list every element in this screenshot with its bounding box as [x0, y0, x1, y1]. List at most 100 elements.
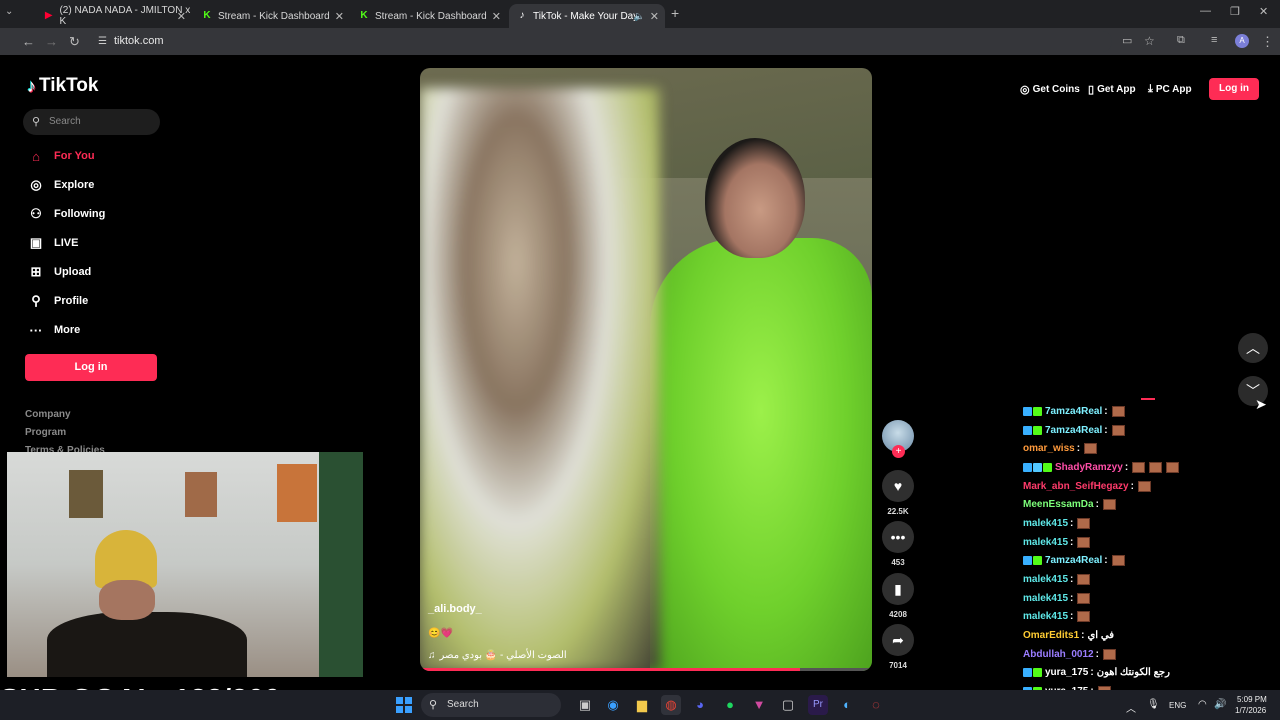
kick-icon: K — [203, 10, 211, 21]
chat-separator: : — [1124, 461, 1129, 473]
footer-link-company[interactable]: Company — [25, 409, 71, 420]
footer-link-program[interactable]: Program — [25, 427, 66, 438]
extensions-icon[interactable]: ⧉ — [1177, 34, 1185, 47]
login-button-sidebar[interactable]: Log in — [25, 354, 157, 381]
kick-icon: K — [360, 10, 368, 21]
follow-plus-icon[interactable]: + — [892, 445, 905, 458]
bookmark-star-icon[interactable]: ☆ — [1144, 34, 1155, 48]
previous-video-button[interactable]: ︿ — [1238, 333, 1268, 363]
login-button-top[interactable]: Log in — [1209, 78, 1259, 100]
music-note-icon: ♫ — [428, 650, 436, 661]
search-input[interactable]: ⚲ Search — [23, 109, 160, 135]
video-music[interactable]: ♫ الصوت الأصلي - 🎂 بودي مصر — [428, 650, 567, 661]
cast-icon[interactable]: ▭ — [1122, 34, 1132, 47]
close-icon[interactable]: ✕ — [650, 10, 659, 23]
close-window-icon[interactable]: ✕ — [1259, 5, 1268, 18]
chat-separator: : — [1095, 648, 1099, 660]
sidebar-item-for-you[interactable]: ⌂ For You — [27, 146, 94, 166]
share-icon[interactable]: ➦ — [882, 624, 914, 656]
bookmark-icon[interactable]: ▮ — [882, 573, 914, 605]
forward-icon[interactable]: → — [45, 34, 58, 49]
clock-time[interactable]: 5:09 PM — [1237, 695, 1267, 704]
restore-icon[interactable]: ❐ — [1230, 5, 1240, 18]
close-icon[interactable]: ✕ — [492, 10, 501, 23]
chat-badges — [1023, 668, 1042, 678]
menu-kebab-icon[interactable]: ⋮ — [1261, 34, 1274, 50]
video-frame-figure — [650, 238, 872, 671]
app-circle-icon[interactable]: ◐ — [837, 695, 857, 715]
sidebar-item-more[interactable]: ··· More — [27, 320, 81, 340]
chrome-icon[interactable]: ◍ — [661, 695, 681, 715]
chat-emote-icon — [1084, 443, 1098, 455]
spotify-icon[interactable]: ● — [720, 695, 740, 715]
tiktok-logo[interactable]: ♪ TikTok — [27, 75, 98, 97]
microphone-icon[interactable]: 🎙 — [1147, 699, 1160, 710]
logo-text: TikTok — [39, 75, 99, 96]
chat-message: yura_175 : رجع الكونتك اهون — [1023, 664, 1273, 683]
taskbar-search-label: Search — [447, 699, 479, 710]
sidebar-item-upload[interactable]: ⊞ Upload — [27, 262, 92, 282]
edge-icon[interactable]: ◉ — [603, 695, 623, 715]
language-indicator[interactable]: ENG — [1169, 701, 1186, 710]
chat-emote-icon — [1137, 480, 1151, 492]
video-author[interactable]: _ali.body_ — [428, 603, 482, 615]
discord-icon[interactable]: ◕ — [690, 695, 710, 715]
share-action[interactable]: ➦ 7014 — [882, 624, 914, 670]
video-editor-icon[interactable]: ▼ — [749, 695, 769, 715]
close-icon[interactable]: ✕ — [335, 10, 344, 23]
comment-action[interactable]: ••• 453 — [882, 521, 914, 567]
video-player[interactable]: _ali.body_ 😊💗 ♫ الصوت الأصلي - 🎂 بودي مص… — [420, 68, 872, 671]
wifi-icon[interactable]: ◠ — [1198, 699, 1207, 710]
record-app-icon[interactable]: ◌ — [866, 695, 886, 715]
video-progress-bar[interactable] — [420, 668, 872, 671]
pc-app-button[interactable]: ⤓ PC App — [1148, 78, 1192, 100]
sidebar-item-live[interactable]: ▣ LIVE — [27, 233, 79, 253]
taskbar-search[interactable]: ⚲ Search — [421, 693, 561, 717]
sidebar-item-profile[interactable]: ⚲ Profile — [27, 291, 88, 311]
sidebar-item-explore[interactable]: ◎ Explore — [27, 175, 94, 195]
tab-kick-dashboard-1[interactable]: K Stream - Kick Dashboard ✕ — [194, 4, 350, 28]
tiktok-icon: ♪ — [519, 10, 525, 21]
tray-chevron-icon[interactable]: ︿ — [1126, 700, 1136, 715]
reload-icon[interactable]: ↻ — [69, 34, 80, 50]
streamer-face — [99, 580, 155, 620]
app-icon[interactable]: ▢ — [778, 695, 798, 715]
task-view-icon[interactable]: ▣ — [575, 695, 595, 715]
tab-kick-dashboard-2[interactable]: K Stream - Kick Dashboard ✕ — [351, 4, 507, 28]
get-app-button[interactable]: ▯ Get App — [1088, 78, 1136, 100]
chat-badges — [1023, 556, 1042, 566]
person-add-icon: ⚇ — [30, 206, 42, 221]
clock-date[interactable]: 1/7/2026 — [1235, 706, 1266, 715]
chat-emote-icon — [1077, 611, 1091, 623]
background-door — [319, 452, 363, 677]
back-icon[interactable]: ← — [22, 34, 35, 49]
address-bar[interactable]: ☰ tiktok.com — [92, 31, 1112, 52]
reading-list-icon[interactable]: ≡ — [1211, 34, 1217, 46]
home-icon: ⌂ — [32, 148, 40, 164]
sidebar-item-following[interactable]: ⚇ Following — [27, 204, 105, 224]
volume-icon[interactable]: 🔊 — [1214, 699, 1226, 710]
chat-message: omar_wiss : — [1023, 439, 1273, 458]
stream-chat-overlay: 7amza4Real :7amza4Real : omar_wiss : Shady… — [1023, 402, 1273, 720]
windows-start-icon[interactable] — [396, 697, 412, 713]
file-explorer-icon[interactable]: ▆ — [632, 695, 652, 715]
chat-badge-icon — [1033, 462, 1042, 472]
premiere-icon[interactable]: Pr — [808, 695, 828, 715]
compass-icon: ◎ — [30, 177, 42, 192]
save-action[interactable]: ▮ 4208 — [882, 573, 914, 619]
tab-youtube[interactable]: ▶ (2) NADA NADA - JMILTON x K ✕ — [36, 4, 192, 28]
new-tab-button[interactable]: + — [671, 5, 679, 21]
get-coins-button[interactable]: ◎ Get Coins — [1020, 78, 1080, 100]
site-info-icon[interactable]: ☰ — [98, 31, 107, 52]
tab-search-icon[interactable]: ⌄ — [5, 6, 13, 17]
like-action[interactable]: ♥ 22.5K — [882, 470, 914, 516]
tab-tiktok[interactable]: ♪ TikTok - Make Your Day 🔈 ✕ — [509, 4, 665, 28]
heart-icon[interactable]: ♥ — [882, 470, 914, 502]
profile-avatar[interactable]: A — [1235, 34, 1249, 48]
speaker-icon[interactable]: 🔈 — [634, 11, 645, 22]
chat-emote-icon — [1077, 592, 1091, 604]
sidebar-item-label: LIVE — [54, 237, 79, 249]
close-icon[interactable]: ✕ — [177, 10, 186, 23]
minimize-icon[interactable]: — — [1200, 5, 1211, 17]
comment-icon[interactable]: ••• — [882, 521, 914, 553]
